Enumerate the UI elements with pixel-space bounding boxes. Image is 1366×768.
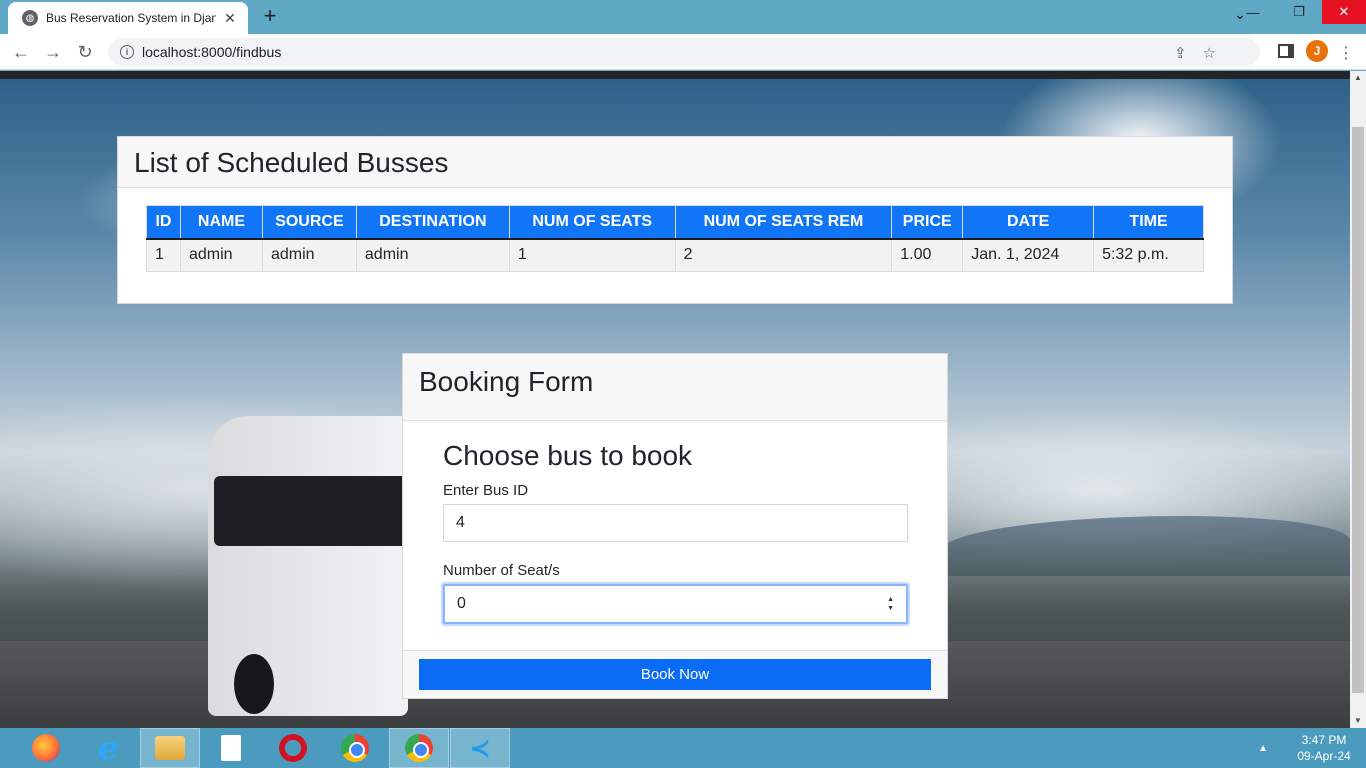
bus-id-input[interactable]: 4 bbox=[443, 504, 908, 542]
scroll-up-icon[interactable]: ▲ bbox=[1350, 71, 1366, 85]
taskbar-chrome-active[interactable] bbox=[389, 728, 449, 768]
share-icon[interactable]: ⇪ bbox=[1174, 44, 1187, 62]
bookmark-star-icon[interactable]: ☆ bbox=[1203, 44, 1216, 62]
col-num-seats-rem: NUM OF SEATS REM bbox=[674, 205, 893, 240]
omnibox-actions: ⇪ ☆ bbox=[1174, 44, 1216, 62]
cell-time: 5:32 p.m. bbox=[1093, 238, 1204, 272]
cell-name: admin bbox=[179, 238, 263, 272]
restore-button[interactable]: ❐ bbox=[1276, 0, 1322, 24]
globe-icon: ◍ bbox=[22, 10, 38, 26]
scroll-thumb[interactable] bbox=[1352, 127, 1364, 693]
page-scrollbar[interactable]: ▲ ▼ bbox=[1350, 71, 1366, 728]
toolbar-right: J bbox=[1278, 40, 1328, 62]
taskbar-vscode[interactable]: ≺ bbox=[450, 728, 510, 768]
spin-down-icon[interactable]: ▼ bbox=[887, 604, 894, 613]
booking-form-footer: Book Now bbox=[403, 650, 947, 698]
minimize-button[interactable]: — bbox=[1230, 0, 1276, 24]
scroll-down-icon[interactable]: ▼ bbox=[1350, 714, 1366, 728]
window-close-button[interactable]: ✕ bbox=[1322, 0, 1366, 24]
kebab-menu-icon[interactable]: ⋮ bbox=[1338, 43, 1354, 63]
cell-id: 1 bbox=[146, 238, 181, 272]
file-explorer-icon bbox=[155, 736, 185, 760]
vscode-icon: ≺ bbox=[469, 732, 491, 763]
tab-title: Bus Reservation System in Django bbox=[46, 11, 216, 25]
chrome-icon bbox=[341, 734, 369, 762]
taskbar-file-explorer[interactable] bbox=[140, 728, 200, 768]
clock-date: 09-Apr-24 bbox=[1297, 749, 1351, 763]
bus-id-label: Enter Bus ID bbox=[443, 482, 529, 499]
taskbar-clock[interactable]: 3:47 PM 09-Apr-24 bbox=[1282, 732, 1366, 764]
booking-form-title: Booking Form bbox=[403, 354, 947, 421]
number-spinner[interactable]: ▲ ▼ bbox=[887, 595, 894, 613]
new-tab-button[interactable]: + bbox=[258, 5, 282, 29]
tray-expand-icon[interactable]: ▲ bbox=[1258, 743, 1268, 754]
seats-value: 0 bbox=[457, 595, 466, 612]
booking-form-body: Choose bus to book Enter Bus ID 4 Number… bbox=[443, 438, 909, 624]
taskbar-file[interactable] bbox=[201, 728, 261, 768]
reload-icon[interactable]: ↻ bbox=[72, 39, 98, 65]
browser-toolbar: ← → ↻ i localhost:8000/findbus ⇪ ☆ J ⋮ bbox=[0, 34, 1366, 70]
chrome-active-icon bbox=[405, 734, 433, 762]
background-bus-image bbox=[208, 416, 408, 716]
cell-source: admin bbox=[261, 238, 357, 272]
taskbar-opera[interactable] bbox=[263, 728, 323, 768]
window-controls: — ❐ ✕ bbox=[1230, 0, 1366, 30]
taskbar-chrome[interactable] bbox=[325, 728, 385, 768]
cell-destination: admin bbox=[355, 238, 510, 272]
taskbar-firefox[interactable] bbox=[16, 728, 76, 768]
bus-id-value: 4 bbox=[456, 514, 465, 531]
seats-number-input[interactable]: 0 ▲ ▼ bbox=[443, 584, 908, 624]
table-header-row: ID NAME SOURCE DESTINATION NUM OF SEATS … bbox=[146, 205, 1204, 240]
booking-form-card: Booking Form Choose bus to book Enter Bu… bbox=[402, 353, 948, 699]
browser-tabstrip: ◍ Bus Reservation System in Django ✕ + ⌄… bbox=[0, 0, 1366, 34]
page-viewport: List of Scheduled Busses ID NAME SOURCE … bbox=[0, 71, 1350, 728]
col-date: DATE bbox=[962, 205, 1095, 240]
opera-icon bbox=[279, 734, 307, 762]
cell-date: Jan. 1, 2024 bbox=[962, 238, 1095, 272]
col-source: SOURCE bbox=[261, 205, 357, 240]
bus-window bbox=[214, 476, 408, 546]
table-row: 1 admin admin admin 1 2 1.00 Jan. 1, 202… bbox=[146, 238, 1204, 272]
internet-explorer-icon: e bbox=[97, 729, 119, 767]
file-icon bbox=[221, 735, 241, 761]
busses-table: ID NAME SOURCE DESTINATION NUM OF SEATS … bbox=[146, 205, 1204, 272]
spin-up-icon[interactable]: ▲ bbox=[887, 595, 894, 604]
clock-time: 3:47 PM bbox=[1301, 733, 1347, 747]
col-id: ID bbox=[146, 205, 181, 240]
col-name: NAME bbox=[179, 205, 263, 240]
side-panel-icon[interactable] bbox=[1278, 44, 1294, 58]
info-icon[interactable]: i bbox=[120, 45, 134, 59]
bus-wheel bbox=[234, 654, 274, 714]
page-top-bar bbox=[0, 71, 1350, 79]
col-price: PRICE bbox=[891, 205, 964, 240]
choose-bus-heading: Choose bus to book bbox=[443, 440, 693, 471]
book-now-button[interactable]: Book Now bbox=[419, 659, 931, 690]
col-destination: DESTINATION bbox=[355, 205, 510, 240]
browser-tab[interactable]: ◍ Bus Reservation System in Django ✕ bbox=[8, 2, 248, 34]
col-num-seats: NUM OF SEATS bbox=[508, 205, 676, 240]
close-tab-icon[interactable]: ✕ bbox=[222, 10, 238, 27]
firefox-icon bbox=[32, 734, 60, 762]
taskbar-internet-explorer[interactable]: e bbox=[78, 728, 138, 768]
seats-label: Number of Seat/s bbox=[443, 562, 560, 579]
col-time: TIME bbox=[1093, 205, 1204, 240]
back-arrow-icon[interactable]: ← bbox=[8, 39, 34, 65]
cell-price: 1.00 bbox=[891, 238, 964, 272]
windows-taskbar: e ≺ ▲ 3:47 PM 09-Apr-24 bbox=[0, 728, 1366, 768]
scheduled-busses-card: List of Scheduled Busses ID NAME SOURCE … bbox=[117, 136, 1233, 304]
cell-num-seats: 1 bbox=[508, 238, 676, 272]
forward-arrow-icon[interactable]: → bbox=[40, 39, 66, 65]
profile-avatar[interactable]: J bbox=[1306, 40, 1328, 62]
scheduled-busses-title: List of Scheduled Busses bbox=[118, 137, 1232, 188]
address-bar[interactable]: i localhost:8000/findbus bbox=[108, 38, 1260, 66]
system-tray: ▲ 3:47 PM 09-Apr-24 bbox=[1258, 728, 1366, 768]
background-hills bbox=[940, 516, 1350, 576]
cell-num-seats-rem: 2 bbox=[674, 238, 893, 272]
url-text: localhost:8000/findbus bbox=[142, 44, 282, 60]
